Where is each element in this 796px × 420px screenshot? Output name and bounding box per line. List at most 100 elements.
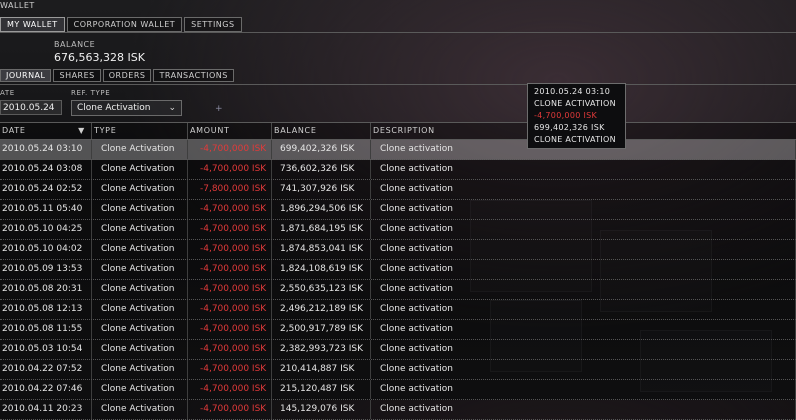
cell-date: 2010.05.08 12:13 — [0, 300, 92, 319]
cell-date: 2010.04.22 07:46 — [0, 380, 92, 399]
table-row[interactable]: 2010.04.22 07:46 Clone Activation -4,700,0… — [0, 380, 796, 400]
chevron-down-icon: ⌄ — [168, 103, 176, 113]
journal-table: DATE ▼ TYPE AMOUNT BALANCE DESCRIPTION 20… — [0, 122, 796, 420]
cell-date: 2010.05.10 04:02 — [0, 240, 92, 259]
column-header-type[interactable]: TYPE — [92, 123, 188, 139]
plus-icon: + — [215, 104, 223, 114]
cell-description: Clone activation — [371, 220, 796, 239]
column-header-balance[interactable]: BALANCE — [272, 123, 371, 139]
date-filter-label: ATE — [0, 89, 15, 97]
tab-journal[interactable]: JOURNAL — [0, 69, 52, 82]
journal-subtabs: JOURNAL SHARES ORDERS TRANSACTIONS — [0, 69, 234, 82]
tab-orders[interactable]: ORDERS — [102, 69, 152, 82]
cell-type: Clone Activation — [92, 140, 188, 159]
tab-shares[interactable]: SHARES — [53, 69, 101, 82]
cell-balance: 210,414,887 ISK — [272, 360, 371, 379]
sort-desc-icon: ▼ — [78, 126, 85, 135]
table-row[interactable]: 2010.05.09 13:53 Clone Activation -4,700,0… — [0, 260, 796, 280]
cell-type: Clone Activation — [92, 320, 188, 339]
column-header-date[interactable]: DATE ▼ — [0, 123, 92, 139]
cell-description: Clone activation — [371, 360, 796, 379]
cell-type: Clone Activation — [92, 200, 188, 219]
cell-type: Clone Activation — [92, 360, 188, 379]
table-row[interactable]: 2010.05.24 02:52 Clone Activation -7,800,0… — [0, 180, 796, 200]
cell-amount: -4,700,000 ISK — [188, 260, 272, 279]
divider — [0, 84, 796, 85]
cell-balance: 2,496,212,189 ISK — [272, 300, 371, 319]
cell-description: Clone activation — [371, 260, 796, 279]
table-body: 2010.05.24 03:10 Clone Activation -4,700,0… — [0, 140, 796, 420]
cell-date: 2010.05.11 05:40 — [0, 200, 92, 219]
cell-type: Clone Activation — [92, 280, 188, 299]
cell-balance: 699,402,326 ISK — [272, 140, 371, 159]
cell-amount: -4,700,000 ISK — [188, 300, 272, 319]
table-row[interactable]: 2010.05.10 04:25 Clone Activation -4,700,0… — [0, 220, 796, 240]
cell-type: Clone Activation — [92, 240, 188, 259]
cell-description: Clone activation — [371, 320, 796, 339]
cell-date: 2010.04.11 20:23 — [0, 400, 92, 419]
table-row[interactable]: 2010.05.24 03:08 Clone Activation -4,700,0… — [0, 160, 796, 180]
divider — [0, 32, 796, 33]
cell-balance: 741,307,926 ISK — [272, 180, 371, 199]
table-row[interactable]: 2010.04.11 20:23 Clone Activation -4,700,0… — [0, 400, 796, 420]
row-tooltip: 2010.05.24 03:10 CLONE ACTIVATION -4,700… — [527, 83, 626, 149]
cell-balance: 1,824,108,619 ISK — [272, 260, 371, 279]
cell-balance: 2,500,917,789 ISK — [272, 320, 371, 339]
cell-date: 2010.05.24 03:10 — [0, 140, 92, 159]
cell-date: 2010.04.22 07:52 — [0, 360, 92, 379]
cell-date: 2010.05.08 11:55 — [0, 320, 92, 339]
tab-my-wallet[interactable]: MY WALLET — [0, 17, 65, 32]
cell-balance: 2,382,993,723 ISK — [272, 340, 371, 359]
reftype-filter-label: REF. TYPE — [71, 89, 111, 97]
table-row[interactable]: 2010.05.08 20:31 Clone Activation -4,700,0… — [0, 280, 796, 300]
column-header-amount[interactable]: AMOUNT — [188, 123, 272, 139]
cell-date: 2010.05.24 02:52 — [0, 180, 92, 199]
wallet-tabs: MY WALLET CORPORATION WALLET SETTINGS — [0, 17, 242, 32]
cell-balance: 1,896,294,506 ISK — [272, 200, 371, 219]
cell-description: Clone activation — [371, 180, 796, 199]
cell-amount: -4,700,000 ISK — [188, 360, 272, 379]
table-row[interactable]: 2010.05.08 12:13 Clone Activation -4,700,0… — [0, 300, 796, 320]
cell-description: Clone activation — [371, 340, 796, 359]
cell-description: Clone activation — [371, 380, 796, 399]
cell-amount: -7,800,000 ISK — [188, 180, 272, 199]
tab-settings[interactable]: SETTINGS — [184, 17, 242, 32]
cell-date: 2010.05.24 03:08 — [0, 160, 92, 179]
table-row[interactable]: 2010.04.22 07:52 Clone Activation -4,700,0… — [0, 360, 796, 380]
cell-type: Clone Activation — [92, 220, 188, 239]
cell-description: Clone activation — [371, 200, 796, 219]
cell-type: Clone Activation — [92, 400, 188, 419]
table-row[interactable]: 2010.05.24 03:10 Clone Activation -4,700,0… — [0, 140, 796, 160]
balance-value: 676,563,328 ISK — [54, 51, 145, 64]
cell-type: Clone Activation — [92, 180, 188, 199]
window-title: WALLET — [0, 1, 35, 10]
tooltip-description: CLONE ACTIVATION — [534, 135, 616, 144]
tab-transactions[interactable]: TRANSACTIONS — [153, 69, 234, 82]
cell-type: Clone Activation — [92, 380, 188, 399]
table-row[interactable]: 2010.05.10 04:02 Clone Activation -4,700,0… — [0, 240, 796, 260]
cell-description: Clone activation — [371, 400, 796, 419]
cell-type: Clone Activation — [92, 260, 188, 279]
date-filter-input[interactable]: 2010.05.24 — [0, 100, 62, 115]
cell-description: Clone activation — [371, 280, 796, 299]
cell-date: 2010.05.03 10:54 — [0, 340, 92, 359]
cell-amount: -4,700,000 ISK — [188, 400, 272, 419]
table-header: DATE ▼ TYPE AMOUNT BALANCE DESCRIPTION — [0, 122, 796, 140]
cell-type: Clone Activation — [92, 160, 188, 179]
cell-description: Clone activation — [371, 160, 796, 179]
cell-amount: -4,700,000 ISK — [188, 240, 272, 259]
tooltip-date: 2010.05.24 03:10 — [534, 87, 611, 96]
cell-date: 2010.05.08 20:31 — [0, 280, 92, 299]
cell-amount: -4,700,000 ISK — [188, 340, 272, 359]
table-row[interactable]: 2010.05.11 05:40 Clone Activation -4,700,0… — [0, 200, 796, 220]
cell-balance: 145,129,076 ISK — [272, 400, 371, 419]
balance-label: BALANCE — [54, 40, 96, 49]
table-row[interactable]: 2010.05.08 11:55 Clone Activation -4,700,0… — [0, 320, 796, 340]
reftype-dropdown[interactable]: Clone Activation ⌄ — [71, 100, 182, 116]
cell-balance: 215,120,487 ISK — [272, 380, 371, 399]
cell-description: Clone activation — [371, 240, 796, 259]
tab-corporation-wallet[interactable]: CORPORATION WALLET — [66, 17, 183, 32]
table-row[interactable]: 2010.05.03 10:54 Clone Activation -4,700,0… — [0, 340, 796, 360]
tooltip-type: CLONE ACTIVATION — [534, 99, 616, 108]
cell-amount: -4,700,000 ISK — [188, 160, 272, 179]
